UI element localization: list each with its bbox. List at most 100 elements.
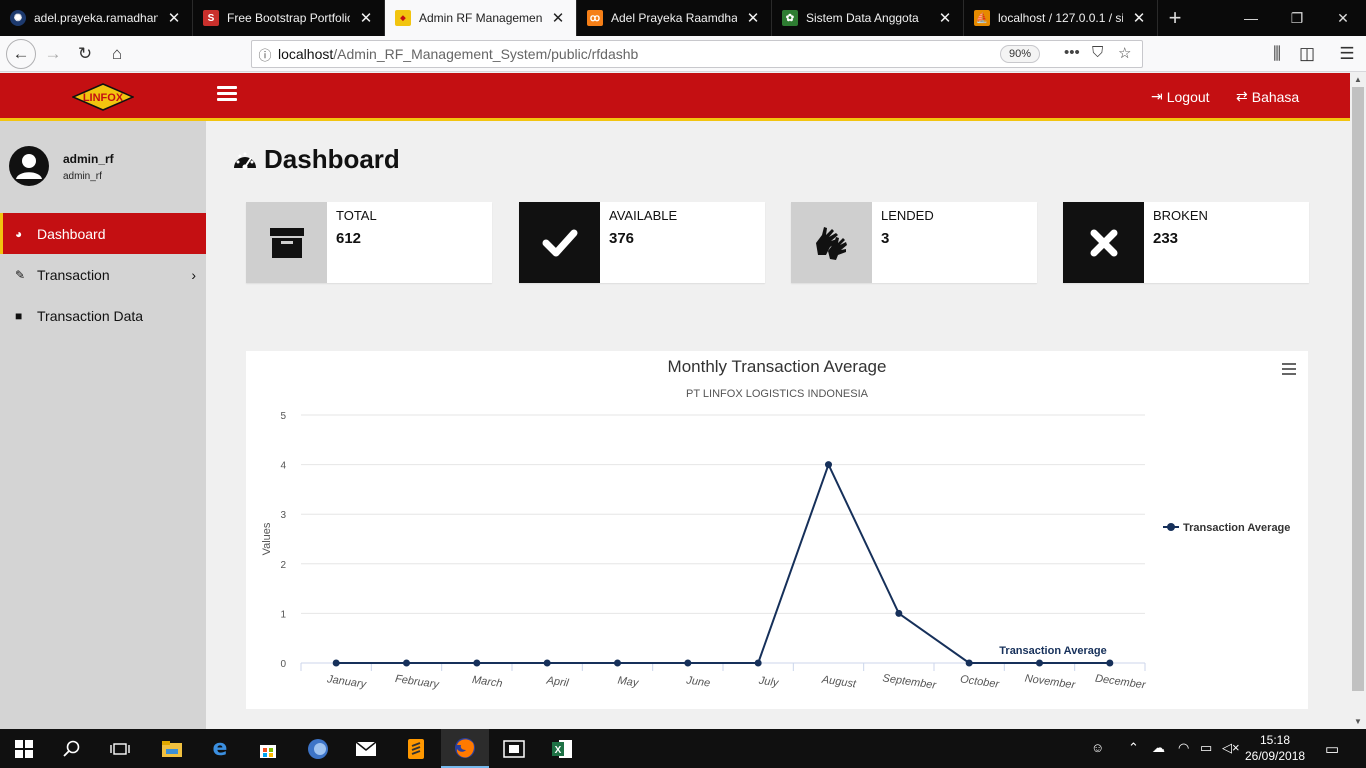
chart-legend[interactable]: Transaction Average — [1163, 522, 1290, 534]
scroll-up-icon[interactable]: ▲ — [1350, 73, 1366, 87]
scroll-thumb[interactable] — [1352, 87, 1364, 691]
menu-icon[interactable]: ☰ — [1332, 39, 1362, 69]
browser-tab-bar: ✺ adel.prayeka.ramadhan | ✕ S Free Boots… — [0, 0, 1366, 36]
media-player-icon[interactable] — [490, 729, 538, 768]
sidebar-item-transaction-data[interactable]: ■ Transaction Data — [0, 295, 206, 336]
x-tick-label: December — [1094, 673, 1147, 692]
data-point[interactable] — [403, 659, 410, 667]
battery-icon[interactable]: ▭ — [1200, 740, 1212, 756]
volume-muted-icon[interactable]: ◁× — [1222, 740, 1240, 756]
mail-icon[interactable] — [342, 729, 390, 768]
chart-panel: Monthly Transaction Average PT LINFOX LO… — [246, 351, 1308, 709]
pencil-icon: ✎ — [15, 267, 26, 282]
action-center-icon[interactable]: ▭ — [1325, 740, 1339, 758]
page-actions-icon[interactable]: ••• — [1064, 44, 1080, 61]
chart-context-menu-icon[interactable] — [1282, 363, 1296, 378]
sidebar-toggle-icon[interactable]: ◫ — [1292, 39, 1322, 69]
page-title: Dashboard — [232, 144, 400, 175]
user-panel: admin_rf admin_rf — [9, 146, 114, 186]
back-icon[interactable]: ← — [6, 39, 36, 69]
pocket-icon[interactable]: ⛉ — [1092, 44, 1103, 61]
browser-tab[interactable]: ⛵ localhost / 127.0.0.1 / sist ✕ — [964, 0, 1158, 36]
close-tab-icon[interactable]: ✕ — [550, 9, 566, 27]
folder-icon: ■ — [15, 308, 23, 323]
browser-tab[interactable]: ✺ adel.prayeka.ramadhan | ✕ — [0, 0, 193, 36]
sidebar-item-transaction[interactable]: ✎ Transaction › — [0, 254, 206, 295]
excel-icon[interactable]: X — [538, 729, 586, 768]
linfox-logo[interactable]: LINFOX — [71, 83, 135, 114]
data-point[interactable] — [1036, 659, 1043, 667]
zoom-level[interactable]: 90% — [1000, 45, 1041, 63]
close-tab-icon[interactable]: ✕ — [745, 9, 761, 27]
tab-label: localhost / 127.0.0.1 / sist — [998, 11, 1123, 25]
browser-tab-active[interactable]: ◆ Admin RF Management S ✕ — [385, 0, 577, 36]
x-tick-label: May — [617, 675, 641, 690]
sidebar-item-label: Transaction — [37, 266, 110, 283]
close-tab-icon[interactable]: ✕ — [358, 9, 374, 27]
scroll-down-icon[interactable]: ▼ — [1350, 715, 1366, 729]
windows-start-icon[interactable] — [0, 729, 48, 768]
task-view-icon[interactable] — [96, 729, 144, 768]
data-point[interactable] — [614, 659, 621, 667]
browser-tab[interactable]: ✿ Sistem Data Anggota ✕ — [772, 0, 964, 36]
file-explorer-icon[interactable] — [148, 729, 196, 768]
close-tab-icon[interactable]: ✕ — [166, 9, 182, 27]
close-tab-icon[interactable]: ✕ — [1131, 9, 1147, 27]
app-circle-icon[interactable] — [294, 729, 342, 768]
restore-icon[interactable]: ❐ — [1274, 0, 1320, 36]
browser-tab[interactable]: ꝏ Adel Prayeka Raamdhan ✕ — [577, 0, 772, 36]
data-point[interactable] — [473, 659, 481, 667]
sidebar-item-dashboard[interactable]: ◕ Dashboard — [0, 213, 206, 254]
url-bar[interactable]: ⓘ localhost/Admin_RF_Management_System/p… — [251, 40, 1143, 68]
x-tick-label: August — [820, 674, 858, 691]
data-point[interactable] — [1106, 659, 1114, 667]
onedrive-cloud-icon[interactable]: ☁ — [1152, 740, 1165, 756]
stat-card-lended: LENDED 3 — [791, 202, 1037, 283]
system-clock[interactable]: 15:18 26/09/2018 — [1245, 732, 1305, 764]
forward-icon[interactable]: → — [38, 39, 68, 69]
close-tab-icon[interactable]: ✕ — [937, 9, 953, 27]
info-icon[interactable]: ⓘ — [252, 45, 278, 64]
library-icon[interactable]: ⫼ — [1262, 39, 1292, 69]
browser-tab[interactable]: S Free Bootstrap Portfolio T ✕ — [193, 0, 385, 36]
data-point[interactable] — [825, 461, 832, 469]
logout-label: Logout — [1166, 88, 1210, 105]
y-tick-label: 0 — [280, 659, 286, 670]
data-point[interactable] — [754, 659, 762, 667]
sublime-text-icon[interactable] — [392, 729, 440, 768]
data-point[interactable] — [684, 659, 692, 667]
edge-browser-icon[interactable]: e — [196, 729, 244, 768]
stat-card-broken: BROKEN 233 — [1063, 202, 1309, 283]
people-icon[interactable]: ☺ — [1091, 740, 1104, 755]
new-tab-icon[interactable]: + — [1158, 0, 1192, 36]
search-icon[interactable] — [48, 729, 96, 768]
reload-icon[interactable]: ↻ — [70, 39, 100, 69]
windows-taskbar: e X ☺ ⌃ ☁ ◠ ▭ ◁× 15:18 26/09/2018 ▭ — [0, 729, 1366, 768]
data-point[interactable] — [543, 659, 551, 667]
data-point[interactable] — [965, 659, 973, 667]
minimize-icon[interactable]: — — [1228, 0, 1274, 36]
y-tick-label: 3 — [280, 510, 286, 521]
page-title-text: Dashboard — [264, 144, 400, 174]
dashboard-icon: ◕ — [15, 226, 23, 241]
linfox-icon: ◆ — [395, 10, 411, 26]
sidebar-toggle-button[interactable] — [217, 86, 237, 104]
bookmark-star-icon[interactable]: ☆ — [1118, 44, 1131, 62]
data-point[interactable] — [895, 609, 903, 617]
data-point[interactable] — [332, 659, 340, 667]
home-icon[interactable]: ⌂ — [102, 39, 132, 69]
logout-button[interactable]: ⇥ Logout — [1151, 88, 1210, 105]
y-tick-label: 2 — [280, 560, 286, 571]
language-button[interactable]: ⇄ Bahasa — [1236, 88, 1299, 105]
firefox-icon[interactable] — [441, 729, 489, 768]
clock-date: 26/09/2018 — [1245, 749, 1306, 763]
chevron-up-icon[interactable]: ⌃ — [1128, 740, 1139, 756]
wifi-icon[interactable]: ◠ — [1178, 740, 1189, 756]
xampp-icon: ꝏ — [587, 10, 603, 26]
stat-label: BROKEN — [1153, 208, 1208, 223]
sidebar-item-label: Dashboard — [37, 225, 106, 242]
stat-label: LENDED — [881, 208, 934, 223]
page-scrollbar[interactable]: ▲ ▼ — [1350, 73, 1366, 729]
store-icon[interactable] — [244, 729, 292, 768]
close-window-icon[interactable]: ✕ — [1320, 0, 1366, 36]
